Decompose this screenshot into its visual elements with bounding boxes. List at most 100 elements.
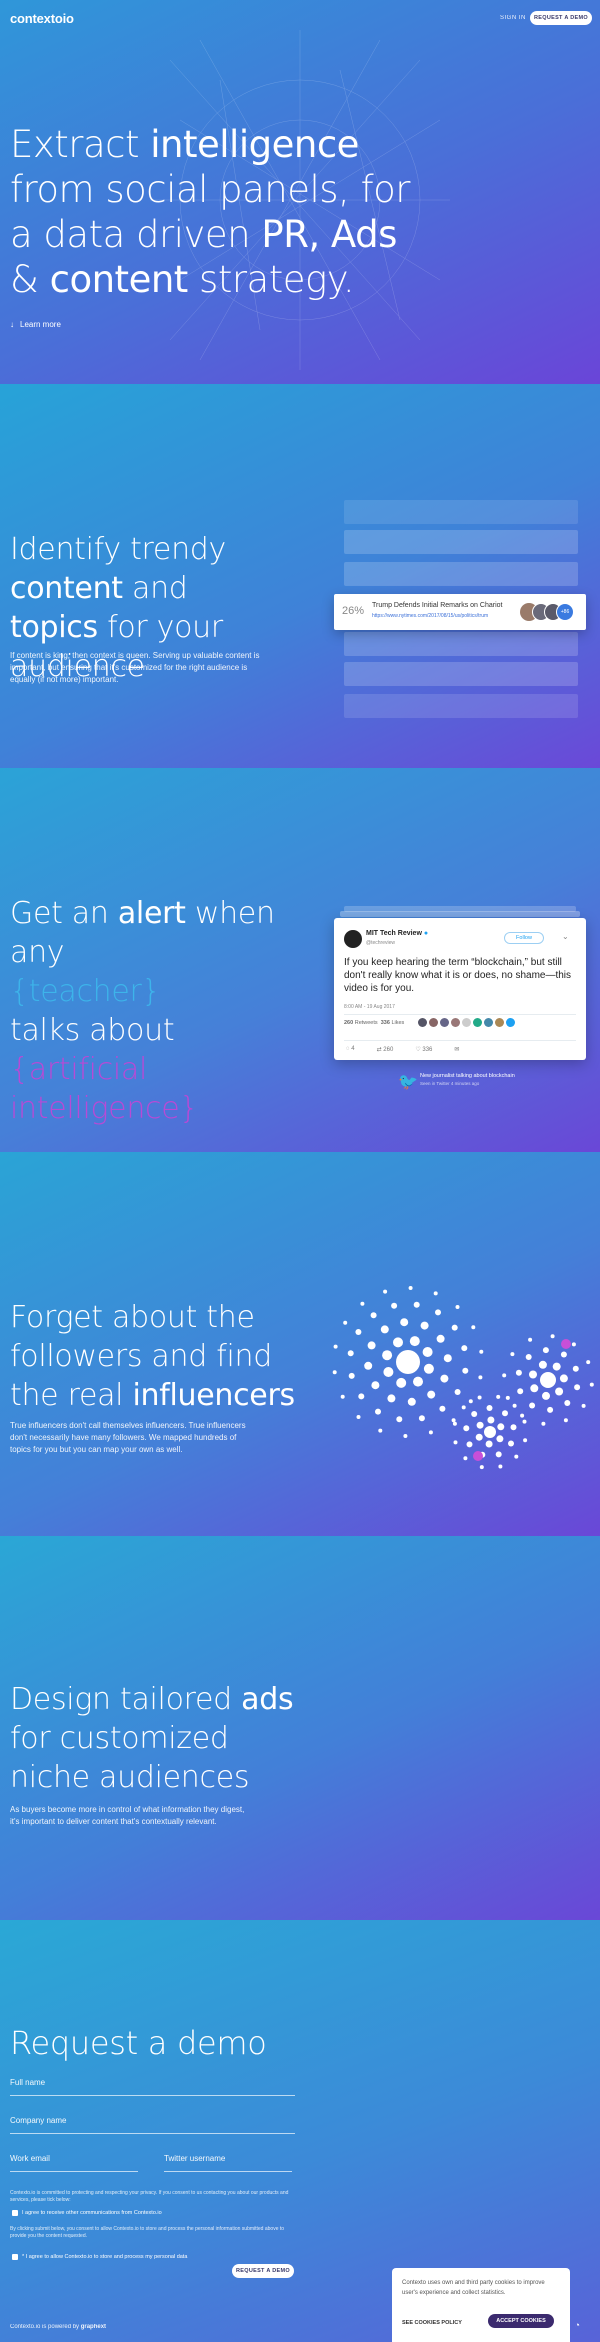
footer-brand-link[interactable]: graphext xyxy=(81,2324,106,2330)
liker-avatars xyxy=(418,1018,515,1027)
consent-label: * I agree to allow Contexto.io to store … xyxy=(22,2254,188,2260)
network-node xyxy=(333,1344,338,1349)
cookie-policy-link[interactable]: SEE COOKIES POLICY xyxy=(402,2320,462,2326)
cookie-banner: Contexto uses own and third party cookie… xyxy=(392,2268,570,2342)
highlight-node xyxy=(473,1451,483,1461)
network-node xyxy=(552,1362,561,1371)
request-demo-button[interactable]: REQUEST A DEMO xyxy=(530,11,592,25)
network-node xyxy=(487,1416,495,1424)
avatar xyxy=(484,1018,493,1027)
network-node xyxy=(382,1350,393,1361)
message-icon[interactable]: ✉ xyxy=(454,1046,459,1053)
reply-action[interactable]: ◌ 4 xyxy=(346,1046,355,1053)
network-node xyxy=(497,1423,505,1431)
network-node xyxy=(383,1289,388,1294)
influencers-title: Forget about the followers and find the … xyxy=(10,1300,295,1413)
network-node xyxy=(408,1286,413,1290)
network-node xyxy=(391,1302,398,1309)
privacy-text: Contexto.io is committed to protecting a… xyxy=(10,2190,289,2203)
full-name-field[interactable]: Full name xyxy=(10,2078,295,2096)
tweet-card[interactable]: MIT Tech Review ● @techreview Follow ⌄ I… xyxy=(334,918,586,1060)
network-node xyxy=(530,1384,539,1393)
tweet-divider xyxy=(344,1040,576,1041)
network-node xyxy=(589,1382,594,1387)
footer-text: Contexto.io is powered by graphext xyxy=(10,2324,107,2330)
network-node xyxy=(523,1438,528,1443)
network-node xyxy=(560,1351,567,1358)
network-node xyxy=(508,1440,514,1447)
network-node xyxy=(515,1369,522,1376)
network-node xyxy=(413,1376,423,1387)
trend-url[interactable]: https://www.nytimes.com/2017/08/15/us/po… xyxy=(372,613,488,619)
influencers-section: Forget about the followers and find the … xyxy=(0,1152,600,1536)
consent-communications-checkbox[interactable]: I agree to receive other communications … xyxy=(12,2210,162,2216)
network-node xyxy=(370,1312,377,1319)
network-node xyxy=(396,1350,420,1374)
network-node xyxy=(502,1410,508,1417)
work-email-field[interactable]: Work email xyxy=(10,2154,138,2172)
network-node xyxy=(468,1399,473,1404)
network-node xyxy=(387,1394,396,1403)
retweet-icon: ⇄ xyxy=(376,1047,382,1053)
learn-more-link[interactable]: ↓ Learn more xyxy=(10,320,61,329)
network-node xyxy=(495,1451,502,1458)
avatar-more: +86 xyxy=(556,603,574,621)
retweet-action[interactable]: ⇄ 260 xyxy=(377,1046,394,1053)
network-node xyxy=(522,1419,527,1424)
rss-icon[interactable]: ◔ xyxy=(575,2320,580,2330)
accept-cookies-button[interactable]: ACCEPT COOKIES xyxy=(488,2314,554,2328)
trend-bar xyxy=(344,694,578,718)
company-name-field[interactable]: Company name xyxy=(10,2116,295,2134)
network-node xyxy=(420,1321,429,1330)
network-node xyxy=(571,1342,576,1347)
highlight-node xyxy=(561,1339,571,1349)
cookie-text: Contexto uses own and third party cookie… xyxy=(402,2280,545,2296)
twitter-username-field[interactable]: Twitter username xyxy=(164,2154,292,2172)
network-node xyxy=(476,1421,484,1429)
avatar xyxy=(462,1018,471,1027)
network-node xyxy=(360,1301,365,1306)
network-node xyxy=(371,1381,380,1390)
network-node xyxy=(475,1433,483,1441)
network-node xyxy=(440,1374,449,1383)
tweet-stats: 260 Retweets 336 Likes xyxy=(344,1020,405,1026)
network-node xyxy=(463,1425,470,1432)
network-node xyxy=(517,1388,524,1395)
avatar xyxy=(506,1018,515,1027)
network-node xyxy=(378,1428,383,1433)
network-node xyxy=(525,1354,532,1360)
network-node xyxy=(466,1441,473,1448)
tweet-text: If you keep hearing the term “blockchain… xyxy=(344,957,572,994)
network-node xyxy=(520,1413,525,1418)
network-node xyxy=(540,1372,556,1388)
network-node xyxy=(463,1456,468,1461)
network-node xyxy=(484,1426,496,1438)
avatar xyxy=(473,1018,482,1027)
alert-notification-title: New journalist talking about blockchain xyxy=(420,1073,515,1079)
trend-card[interactable]: 26% Trump Defends Initial Remarks on Cha… xyxy=(334,594,586,630)
trend-headline: Trump Defends Initial Remarks on Chariot xyxy=(372,602,503,609)
tweet-stack xyxy=(340,911,580,917)
submit-demo-button[interactable]: REQUEST A DEMO xyxy=(232,2264,294,2278)
consent-data-checkbox[interactable]: * I agree to allow Contexto.io to store … xyxy=(12,2254,187,2260)
network-node xyxy=(367,1341,376,1350)
network-node xyxy=(400,1318,409,1327)
influencers-description: True influencers don't call themselves i… xyxy=(10,1421,246,1454)
network-node xyxy=(563,1418,568,1423)
follow-button[interactable]: Follow xyxy=(504,932,544,944)
network-node xyxy=(510,1352,515,1357)
learn-more-label: Learn more xyxy=(20,320,61,329)
more-icon[interactable]: ⌄ xyxy=(562,932,569,941)
sign-in-link[interactable]: SIGN IN xyxy=(500,15,526,21)
network-node xyxy=(396,1377,407,1388)
network-node xyxy=(505,1395,510,1400)
network-node xyxy=(528,1337,533,1342)
trend-bar xyxy=(344,632,578,656)
network-node xyxy=(355,1329,362,1335)
network-node xyxy=(347,1350,354,1357)
trend-percent: 26% xyxy=(342,605,365,617)
network-node xyxy=(356,1415,361,1419)
network-node xyxy=(435,1309,441,1316)
like-action[interactable]: ♡ 336 xyxy=(415,1046,432,1053)
logo[interactable]: contextoio xyxy=(10,11,74,26)
